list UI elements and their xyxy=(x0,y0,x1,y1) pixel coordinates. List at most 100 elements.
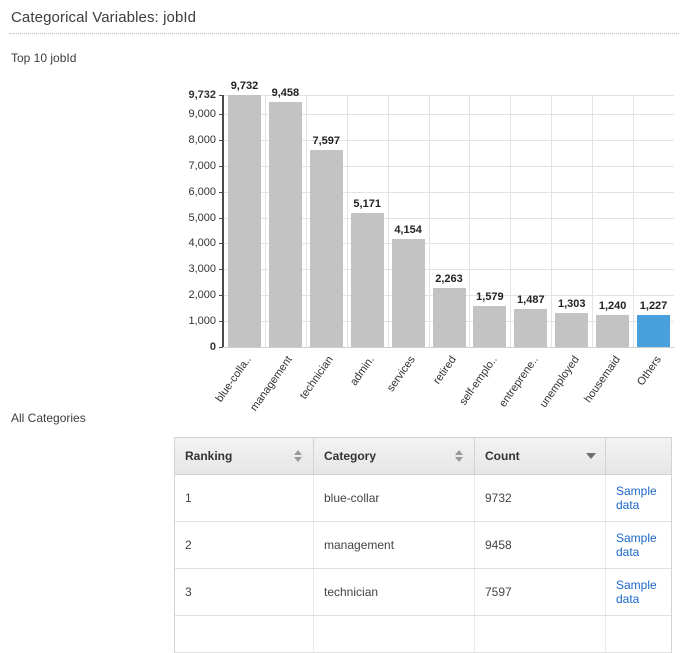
chart-gridline-vertical xyxy=(346,95,348,347)
cell-truncated xyxy=(605,615,671,653)
chart-bar-value-label: 1,240 xyxy=(598,299,627,312)
cell-actions: Sample data xyxy=(605,568,671,616)
chart-baseline xyxy=(224,347,674,348)
bar-chart: 0 1,000 2,000 3,000 4,000 5,000 6,000 7,000 8,00… xyxy=(0,0,688,413)
chart-bar[interactable]: 4,154 services xyxy=(385,224,425,394)
cell-truncated xyxy=(175,615,314,653)
sample-data-link[interactable]: Sample data xyxy=(616,578,657,606)
y-axis-tick-mark xyxy=(219,113,223,115)
y-axis-tick-label: 1,000 xyxy=(188,315,216,328)
chart-gridline-vertical xyxy=(264,95,266,347)
chart-plot-area: 0 1,000 2,000 3,000 4,000 5,000 6,000 7,000 8,00… xyxy=(188,80,674,413)
x-axis-tick-label: technician xyxy=(297,354,337,402)
column-header-count-label: Count xyxy=(485,449,520,463)
x-axis-tick-label: admin. xyxy=(348,354,378,388)
chart-gridline-vertical xyxy=(510,95,512,347)
y-axis-tick-mark xyxy=(219,217,223,219)
chart-bar[interactable]: 1,303 unemployed xyxy=(537,298,589,410)
y-axis-tick-label: 6,000 xyxy=(188,185,216,198)
y-axis-tick-label: 8,000 xyxy=(188,133,216,146)
caret-up-icon xyxy=(455,450,463,455)
x-axis-tick-label: entreprene.. xyxy=(496,354,541,410)
y-axis-tick-label: 5,000 xyxy=(188,211,216,224)
caret-down-icon xyxy=(455,457,463,462)
y-axis-tick-mark xyxy=(219,321,223,323)
chart-bar-value-label: 1,227 xyxy=(639,300,668,313)
chart-bar[interactable]: 2,263 retired xyxy=(431,273,466,386)
column-header-ranking-label: Ranking xyxy=(185,449,233,463)
categories-table-container: Ranking Category Count 1 blue-collar 973… xyxy=(174,437,672,653)
chart-bar-value-label: 9,732 xyxy=(230,80,259,92)
chart-gridline-vertical xyxy=(633,95,635,347)
chart-bar[interactable]: 9,458 management xyxy=(249,87,302,413)
table-row xyxy=(175,615,671,653)
x-axis-tick-label: unemployed xyxy=(537,354,582,410)
column-header-count[interactable]: Count xyxy=(474,438,606,475)
chart-bar-value-label: 1,303 xyxy=(557,298,586,311)
caret-up-icon xyxy=(294,450,302,455)
column-header-category-label: Category xyxy=(324,449,377,463)
x-axis-tick-label: retired xyxy=(431,354,459,387)
sample-data-link[interactable]: Sample data xyxy=(616,484,657,512)
cell-ranking: 1 xyxy=(175,474,314,522)
sample-data-link[interactable]: Sample data xyxy=(616,531,657,559)
cell-count: 9732 xyxy=(474,474,606,522)
y-axis-tick-mark xyxy=(219,139,223,141)
table-row: 1 blue-collar 9732 Sample data xyxy=(175,474,671,522)
table-row: 3 technician 7597 Sample data xyxy=(175,568,671,616)
chart-bar-value-label: 5,171 xyxy=(353,198,381,211)
cell-truncated xyxy=(313,615,475,653)
y-axis-tick-label: 0 xyxy=(209,341,216,353)
chart-bar[interactable]: 1,240 housemaid xyxy=(582,300,630,405)
chart-gridline-vertical xyxy=(428,95,430,347)
chart-bar[interactable]: 7,597 technician xyxy=(298,135,343,401)
chart-gridline-vertical xyxy=(387,95,389,347)
y-axis-tick-label: 4,000 xyxy=(188,237,216,250)
y-axis-tick-mark xyxy=(219,243,223,245)
cell-category: technician xyxy=(313,568,475,616)
chart-bar[interactable]: 5,171 admin. xyxy=(348,198,384,388)
column-header-category[interactable]: Category xyxy=(313,438,475,475)
cell-category: management xyxy=(313,521,475,569)
chart-bar[interactable]: 1,487 entreprene.. xyxy=(497,294,548,409)
x-axis-tick-label: management xyxy=(248,354,296,414)
y-axis-tick-label: 3,000 xyxy=(188,263,216,276)
chart-bar-value-label: 2,263 xyxy=(435,273,463,286)
column-header-actions xyxy=(605,438,671,475)
cell-truncated xyxy=(474,615,606,653)
sort-both-icon[interactable] xyxy=(294,450,303,462)
chart-bar[interactable]: 1,227 Others xyxy=(635,300,671,388)
x-axis-tick-label: blue-colla.. xyxy=(213,354,255,405)
cell-ranking: 2 xyxy=(175,521,314,569)
cell-ranking: 3 xyxy=(175,568,314,616)
categories-table: Ranking Category Count 1 blue-collar 973… xyxy=(175,438,671,653)
chart-bar[interactable]: 9,732 blue-colla.. xyxy=(214,80,261,404)
sort-descending-icon[interactable] xyxy=(586,450,596,462)
chart-bar-value-label: 7,597 xyxy=(312,135,341,148)
chart-gridline-vertical xyxy=(551,95,553,347)
x-axis-tick-label: self-emplo.. xyxy=(457,354,500,408)
y-axis-tick-mark xyxy=(219,165,223,167)
column-header-ranking[interactable]: Ranking xyxy=(175,438,314,475)
caret-down-icon xyxy=(294,457,302,462)
cell-actions: Sample data xyxy=(605,521,671,569)
y-axis-tick-label: 7,000 xyxy=(188,159,216,172)
chart-bar-value-label: 4,154 xyxy=(394,224,422,237)
chart-bar[interactable]: 1,579 self-emplo.. xyxy=(457,291,507,407)
chart-gridline-vertical xyxy=(592,95,594,347)
table-header-row: Ranking Category Count xyxy=(175,438,671,475)
cell-actions: Sample data xyxy=(605,474,671,522)
x-axis-tick-label: services xyxy=(384,354,418,394)
y-axis-tick-mark xyxy=(219,95,223,96)
chart-bar-value-label: 1,579 xyxy=(476,291,504,304)
cell-count: 9458 xyxy=(474,521,606,569)
sort-both-icon[interactable] xyxy=(455,450,464,462)
x-axis-tick-label: Others xyxy=(634,354,664,388)
y-axis-tick-mark xyxy=(219,191,223,193)
y-axis-tick-label: 9,000 xyxy=(188,107,216,120)
chart-bar-value-label: 1,487 xyxy=(517,293,545,306)
chart-gridline-vertical xyxy=(469,95,471,347)
cell-count: 7597 xyxy=(474,568,606,616)
y-axis-tick-mark xyxy=(219,295,223,297)
chart-bar-value-label: 9,458 xyxy=(271,87,300,100)
